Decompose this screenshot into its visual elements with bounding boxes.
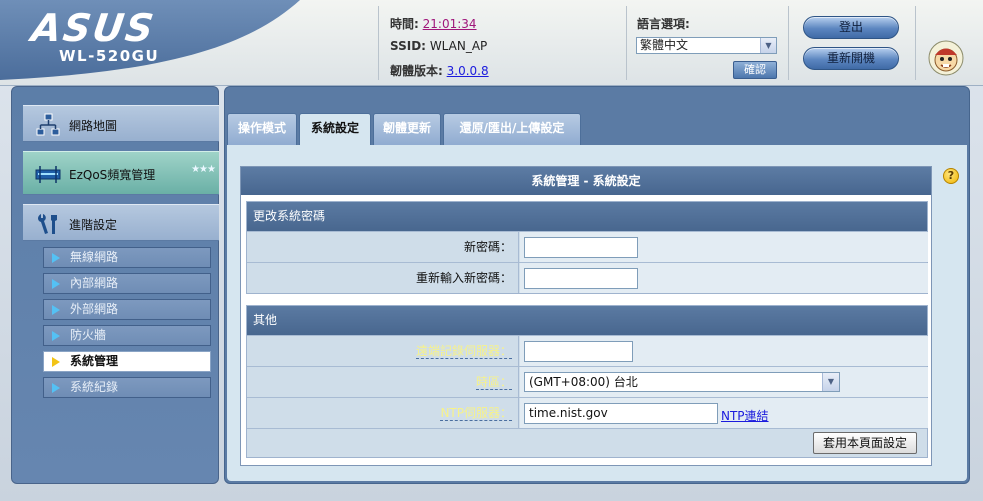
ntp-server-input[interactable]: time.nist.gov — [524, 403, 718, 424]
form-title: 系統管理 - 系統設定 — [241, 167, 931, 195]
tab-firmware-upgrade[interactable]: 韌體更新 — [373, 113, 441, 146]
apply-settings-button[interactable]: 套用本頁面設定 — [813, 432, 917, 454]
section-heading: 其他 — [247, 306, 927, 335]
sidebar-item-label: 網路地圖 — [69, 119, 118, 133]
sidebar-item-system-log[interactable]: 系統紀錄 — [43, 377, 211, 398]
time-value[interactable]: 21:01:34 — [423, 17, 477, 31]
triangle-bullet-icon — [52, 279, 60, 289]
form-cell — [520, 232, 928, 262]
timezone-label[interactable]: 時區： — [247, 367, 519, 397]
tab-restore-save-upload[interactable]: 還原/匯出/上傳設定 — [443, 113, 581, 146]
form-row: 時區： (GMT+08:00) 台北 ▼ — [247, 366, 928, 397]
reboot-button[interactable]: 重新開機 — [803, 47, 899, 70]
ssid-value: WLAN_AP — [429, 39, 488, 53]
form-cell — [520, 336, 928, 366]
sidebar-item-advanced-settings[interactable]: 進階設定 — [23, 204, 219, 241]
sidebar-item-label: 防火牆 — [70, 328, 107, 342]
header-bar: ASUS WL-520GU 時間: 21:01:34 SSID: WLAN_AP… — [0, 0, 983, 86]
remote-log-label-text: 遠端記錄伺服器： — [415, 344, 512, 359]
firmware-label: 韌體版本: — [390, 64, 443, 78]
language-apply-button[interactable]: 確認 — [733, 61, 777, 79]
main-panel: 操作模式 系統設定 韌體更新 還原/匯出/上傳設定 ? 系統管理 - 系統設定 … — [224, 86, 970, 484]
form-row: 新密碼： — [247, 231, 928, 262]
new-password-input[interactable] — [524, 237, 638, 258]
remote-log-label[interactable]: 遠端記錄伺服器： — [247, 336, 519, 366]
chevron-down-icon[interactable]: ▼ — [760, 38, 776, 53]
header-divider — [915, 6, 916, 80]
sidebar-item-label: 系統管理 — [70, 354, 119, 368]
tools-icon — [38, 214, 57, 234]
sidebar-item-label: 外部網路 — [70, 302, 119, 316]
model-name: WL-520GU — [59, 47, 160, 65]
header-divider — [788, 6, 789, 80]
triangle-bullet-icon — [52, 331, 60, 341]
triangle-bullet-icon — [52, 253, 60, 263]
time-info: 時間: 21:01:34 — [390, 15, 477, 32]
remote-log-server-input[interactable] — [524, 341, 633, 362]
password-section: 更改系統密碼 新密碼： 重新輸入新密碼： — [246, 201, 928, 294]
sidebar-item-lan[interactable]: 內部網路 — [43, 273, 211, 294]
form-cell: (GMT+08:00) 台北 ▼ — [520, 367, 928, 397]
new-password-label: 新密碼： — [247, 232, 519, 262]
triangle-bullet-icon — [52, 383, 60, 393]
timezone-select[interactable]: (GMT+08:00) 台北 ▼ — [524, 372, 840, 392]
firmware-version-link[interactable]: 3.0.0.8 — [447, 64, 489, 78]
form-row: 遠端記錄伺服器： — [247, 335, 928, 366]
sidebar: 網路地圖 EzQoS頻寬管理 ★★★ 進階設定 無線網路 內部網路 外部網路 防… — [11, 86, 219, 484]
sidebar-item-label: 內部網路 — [70, 276, 119, 290]
star-rating-icon: ★★★ — [191, 164, 216, 175]
form-row: 重新輸入新密碼： — [247, 262, 928, 293]
ssid-info: SSID: WLAN_AP — [390, 39, 487, 53]
header-divider — [378, 6, 379, 80]
mascot-icon — [928, 40, 964, 76]
tab-system-settings[interactable]: 系統設定 — [299, 113, 371, 147]
logo-area: ASUS WL-520GU — [0, 0, 380, 86]
tab-operation-mode[interactable]: 操作模式 — [227, 113, 297, 146]
firmware-info: 韌體版本: 3.0.0.8 — [390, 62, 489, 79]
sidebar-item-label: 無線網路 — [70, 250, 119, 264]
sidebar-item-label: 進階設定 — [69, 218, 118, 232]
sidebar-item-network-map[interactable]: 網路地圖 — [23, 105, 219, 142]
misc-section: 其他 遠端記錄伺服器： 時區： (GMT+08:00) 台北 ▼ NTP伺服器：… — [246, 305, 928, 458]
time-label: 時間: — [390, 17, 419, 31]
sidebar-item-ezqos[interactable]: EzQoS頻寬管理 ★★★ — [23, 151, 219, 195]
retype-password-label: 重新輸入新密碼： — [247, 263, 519, 293]
ntp-link[interactable]: NTP連結 — [721, 407, 769, 424]
form-footer-row: 套用本頁面設定 — [247, 428, 927, 457]
sidebar-item-wan[interactable]: 外部網路 — [43, 299, 211, 320]
sidebar-item-administration[interactable]: 系統管理 — [43, 351, 211, 372]
logout-button[interactable]: 登出 — [803, 16, 899, 39]
triangle-bullet-icon — [52, 305, 60, 315]
network-map-icon — [36, 113, 60, 136]
ntp-server-label-text: NTP伺服器： — [440, 406, 512, 421]
triangle-bullet-icon — [52, 357, 60, 367]
timezone-selected: (GMT+08:00) 台北 — [529, 375, 638, 389]
language-selected: 繁體中文 — [640, 38, 689, 52]
asus-logo: ASUS — [28, 6, 159, 50]
sidebar-item-label: EzQoS頻寬管理 — [69, 168, 156, 182]
help-icon[interactable]: ? — [943, 168, 959, 184]
section-heading: 更改系統密碼 — [247, 202, 927, 231]
ntp-server-label[interactable]: NTP伺服器： — [247, 398, 519, 428]
language-select[interactable]: 繁體中文 ▼ — [636, 37, 777, 54]
retype-password-input[interactable] — [524, 268, 638, 289]
sidebar-item-wireless[interactable]: 無線網路 — [43, 247, 211, 268]
sidebar-item-label: 系統紀錄 — [70, 380, 119, 394]
form-cell — [520, 263, 928, 293]
chevron-down-icon[interactable]: ▼ — [822, 373, 839, 391]
settings-form: 系統管理 - 系統設定 更改系統密碼 新密碼： 重新輸入新密碼： 其他 遠端記錄… — [240, 166, 932, 466]
sidebar-item-firewall[interactable]: 防火牆 — [43, 325, 211, 346]
language-label: 語言選項: — [637, 17, 690, 31]
content-area: ? 系統管理 - 系統設定 更改系統密碼 新密碼： 重新輸入新密碼： 其他 遠端… — [227, 145, 967, 481]
ssid-label: SSID: — [390, 39, 426, 53]
timezone-label-text: 時區： — [475, 375, 512, 390]
form-row: NTP伺服器： time.nist.gov NTP連結 — [247, 397, 928, 428]
ezqos-icon — [35, 166, 61, 183]
form-cell: time.nist.gov NTP連結 — [520, 398, 928, 428]
header-divider — [626, 6, 627, 80]
